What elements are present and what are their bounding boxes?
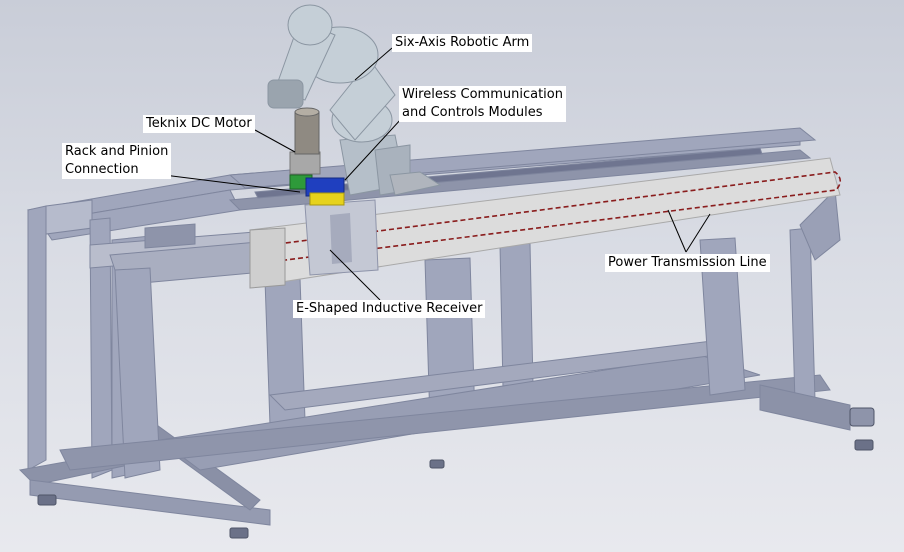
label-dc-motor: Teknix DC Motor bbox=[143, 115, 255, 133]
label-inductive-receiver: E-Shaped Inductive Receiver bbox=[293, 300, 486, 318]
label-rack-line2: Connection bbox=[65, 162, 139, 177]
dc-motor bbox=[289, 107, 321, 175]
label-robotic-arm: Six-Axis Robotic Arm bbox=[392, 34, 533, 52]
label-power-line: Power Transmission Line bbox=[605, 254, 770, 272]
label-wireless-line1: Wireless Communication bbox=[402, 87, 563, 102]
label-rack-line1: Rack and Pinion bbox=[65, 144, 169, 159]
label-wireless-line2: and Controls Modules bbox=[402, 105, 543, 120]
cad-model-drawing bbox=[18, 4, 875, 539]
label-wireless-modules: Wireless Communication and Controls Modu… bbox=[399, 86, 566, 122]
inductive-receiver bbox=[304, 199, 379, 276]
label-rack-pinion: Rack and Pinion Connection bbox=[62, 143, 172, 179]
